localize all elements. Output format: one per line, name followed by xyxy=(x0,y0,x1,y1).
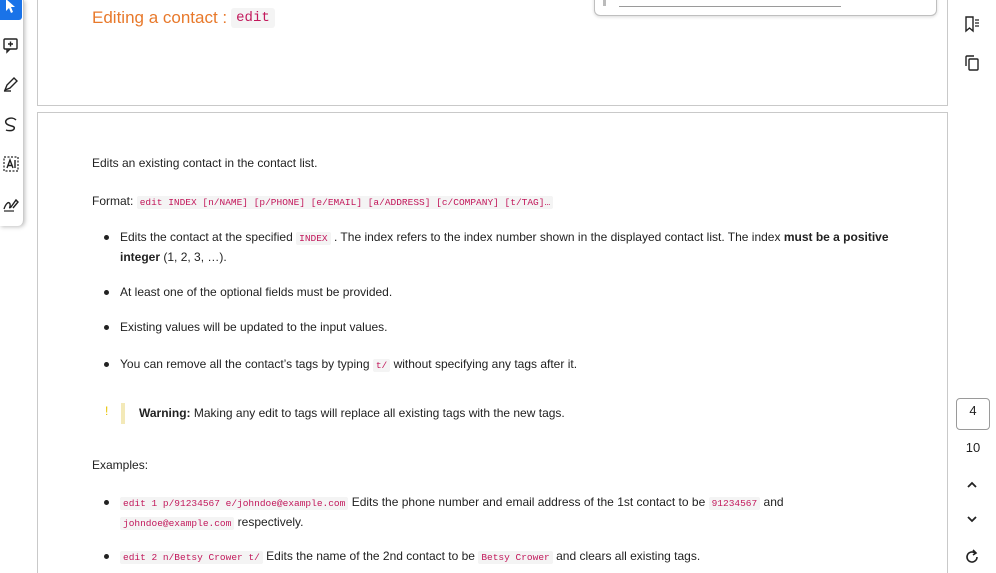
bullet-text: Edits the contact at the specified xyxy=(120,230,293,244)
copy-pages-icon[interactable] xyxy=(960,51,984,75)
example-code: edit 1 p/91234567 e/johndoe@example.com xyxy=(120,497,349,510)
bullet-dot xyxy=(104,362,109,367)
find-input-underline xyxy=(619,6,841,7)
bullet-text: without specifying any tags after it. xyxy=(393,357,578,371)
bullet-dot xyxy=(104,235,109,240)
warning-text: Making any edit to tags will replace all… xyxy=(193,406,565,420)
section-heading: Editing a contact : edit xyxy=(92,8,275,28)
bullet-existing-values: Existing values will be updated to the i… xyxy=(120,320,388,334)
intro-text: Edits an existing contact in the contact… xyxy=(92,156,318,170)
refresh-icon[interactable] xyxy=(960,545,984,569)
format-label: Format: xyxy=(92,194,134,208)
bullet-text: You can remove all the contact’s tags by… xyxy=(120,357,370,371)
example-value-code: 91234567 xyxy=(708,497,761,510)
page-total: 10 xyxy=(965,440,981,455)
warning-accent-bar xyxy=(121,403,125,424)
bullet-dot xyxy=(104,290,109,295)
bullet-text: (1, 2, 3, …). xyxy=(163,250,227,264)
heading-title: Editing a contact : xyxy=(92,8,228,27)
signature-icon[interactable] xyxy=(0,190,22,218)
heading-command-code: edit xyxy=(231,8,275,28)
format-line: Format: edit INDEX [n/NAME] [p/PHONE] [e… xyxy=(92,194,554,209)
bullet-index-rule: Edits the contact at the specified INDEX… xyxy=(120,228,890,266)
example-text: Edits the name of the 2nd contact to be xyxy=(266,549,475,563)
add-comment-icon[interactable] xyxy=(0,31,22,59)
find-popup-handle xyxy=(603,0,606,6)
format-code: edit INDEX [n/NAME] [p/PHONE] [e/EMAIL] … xyxy=(136,196,554,209)
example-text: and xyxy=(763,495,784,509)
bullet-optional-fields: At least one of the optional fields must… xyxy=(120,285,393,299)
bullet-dot xyxy=(104,554,109,559)
index-code: INDEX xyxy=(296,232,331,245)
bullet-remove-tags: You can remove all the contact’s tags by… xyxy=(120,355,890,375)
chevron-up-icon[interactable] xyxy=(960,473,984,497)
example-item: edit 1 p/91234567 e/johndoe@example.com … xyxy=(120,493,820,533)
bullet-dot xyxy=(104,500,109,505)
example-text: and clears all existing tags. xyxy=(556,549,701,563)
annotation-toolbar xyxy=(0,0,24,226)
warning-icon: ! xyxy=(105,404,109,418)
bullet-dot xyxy=(104,325,109,330)
highlight-pen-icon[interactable] xyxy=(0,70,22,98)
example-item: edit 2 n/Betsy Crower t/ Edits the name … xyxy=(120,547,890,567)
bullet-text: . The index refers to the index number s… xyxy=(333,230,781,244)
warning-label: Warning: xyxy=(139,406,191,420)
examples-label: Examples: xyxy=(92,458,149,472)
text-box-icon[interactable] xyxy=(0,150,22,178)
example-text: Edits the phone number and email address… xyxy=(351,495,706,509)
example-code: edit 2 n/Betsy Crower t/ xyxy=(120,551,263,564)
example-value-code: johndoe@example.com xyxy=(120,517,235,530)
page-number-input[interactable]: 4 xyxy=(956,398,990,430)
example-text: respectively. xyxy=(237,515,304,529)
example-value-code: Betsy Crower xyxy=(478,551,553,564)
chevron-down-icon[interactable] xyxy=(960,507,984,531)
right-sidebar xyxy=(948,0,996,573)
draw-icon[interactable] xyxy=(0,110,22,138)
find-popup[interactable] xyxy=(594,0,937,16)
warning-callout: Warning: Making any edit to tags will re… xyxy=(139,406,565,420)
bookmark-list-icon[interactable] xyxy=(960,12,984,36)
select-cursor-icon[interactable] xyxy=(0,0,22,20)
tag-prefix-code: t/ xyxy=(372,359,391,372)
